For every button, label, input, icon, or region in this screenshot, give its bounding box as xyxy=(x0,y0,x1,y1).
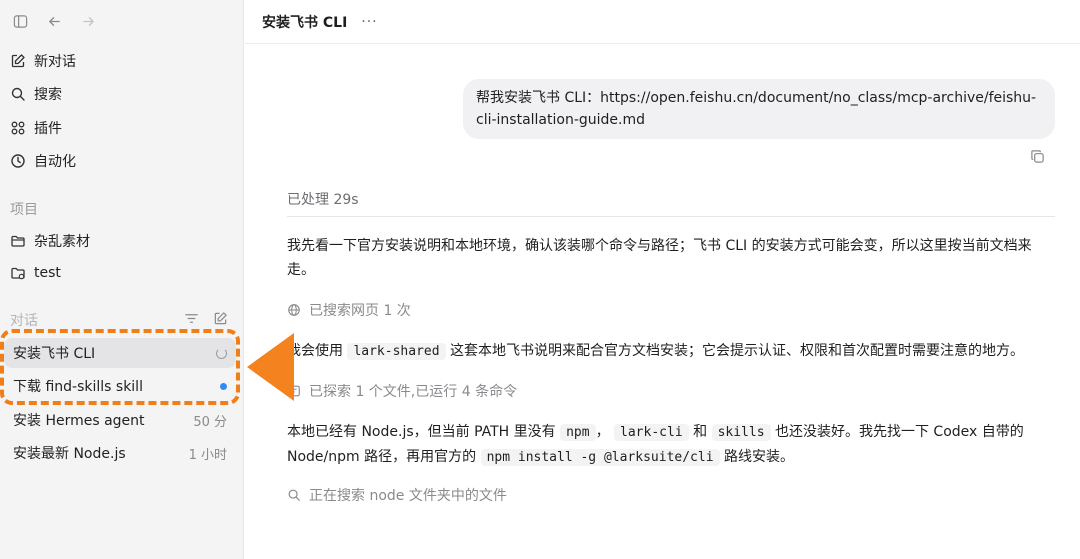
conversation-title: 安装飞书 CLI xyxy=(13,346,96,362)
nav-label: 插件 xyxy=(34,121,62,137)
conversation-item[interactable]: 安装最新 Node.js 1 小时 xyxy=(4,438,236,468)
paragraph-text: 路线安装。 xyxy=(724,449,794,465)
nav-plugins[interactable]: 插件 xyxy=(10,114,62,142)
filter-icon[interactable] xyxy=(184,311,199,326)
sidebar-toggle-icon[interactable] xyxy=(10,11,30,31)
activity-explore[interactable]: 已探索 1 个文件,已运行 4 条命令 xyxy=(287,381,517,401)
folder-icon xyxy=(11,235,25,247)
conversation-time: 50 分 xyxy=(193,414,227,430)
assistant-paragraph: 我先看一下官方安装说明和本地环境，确认该装哪个命令与路径；飞书 CLI 的安装方… xyxy=(287,238,1032,278)
divider xyxy=(287,216,1055,217)
nav-label: 搜索 xyxy=(34,87,62,103)
paragraph-text: 本地已经有 Node.js，但当前 PATH 里没有 xyxy=(287,424,556,440)
conversation-header-actions xyxy=(184,311,228,326)
activity-label: 已搜索网页 1 次 xyxy=(309,303,411,319)
globe-icon xyxy=(288,304,300,316)
project-label: 杂乱素材 xyxy=(34,234,90,250)
back-arrow-icon[interactable] xyxy=(44,11,64,31)
processed-time-label[interactable]: 已处理 29s xyxy=(287,189,359,209)
conversation-title: 安装最新 Node.js xyxy=(13,446,126,462)
conversation-item[interactable]: 下载 find-skills skill xyxy=(4,371,236,401)
page-title: 安装飞书 CLI xyxy=(262,14,348,31)
activity-label: 已探索 1 个文件,已运行 4 条命令 xyxy=(309,384,518,400)
conversations-section-label: 对话 xyxy=(10,313,38,329)
conversation-item-active[interactable]: 安装飞书 CLI xyxy=(4,338,236,368)
nav-label: 自动化 xyxy=(34,154,76,170)
inline-code: npm xyxy=(560,424,596,441)
paragraph-text: 和 xyxy=(693,424,708,440)
compose-icon xyxy=(11,54,25,68)
annotation-arrow-icon xyxy=(247,333,294,401)
paragraph-text: ， xyxy=(595,424,610,440)
forward-arrow-icon[interactable] xyxy=(78,11,98,31)
nav-label: 新对话 xyxy=(34,54,76,70)
inline-code: lark-shared xyxy=(347,343,446,360)
paragraph-text: 我会使用 xyxy=(287,343,343,359)
sidebar-topbar xyxy=(10,11,98,31)
clock-icon xyxy=(11,154,25,168)
sidebar: 新对话 搜索 插件 自动化 项目 杂乱素材 test 对话 安装飞书 CLI 下… xyxy=(0,0,244,559)
nav-automation[interactable]: 自动化 xyxy=(10,147,76,175)
inline-code: npm install -g @larksuite/cli xyxy=(480,449,720,466)
conversation-title: 下载 find-skills skill xyxy=(13,379,143,395)
user-message-bubble: 帮我安装飞书 CLI：https://open.feishu.cn/docume… xyxy=(463,79,1055,139)
projects-section-label: 项目 xyxy=(10,202,38,218)
new-conversation-icon[interactable] xyxy=(213,311,228,326)
activity-label: 正在搜索 node 文件夹中的文件 xyxy=(309,488,507,504)
inline-code: lark-cli xyxy=(614,424,689,441)
loading-spinner-icon xyxy=(216,347,227,359)
project-item[interactable]: 杂乱素材 xyxy=(10,227,90,255)
plugins-icon xyxy=(11,121,25,135)
conversation-title: 安装 Hermes agent xyxy=(13,413,145,429)
inline-code: skills xyxy=(711,424,771,441)
assistant-paragraph: 本地已经有 Node.js，但当前 PATH 里没有 npm， lark-cli… xyxy=(287,420,1057,470)
conversation-item[interactable]: 安装 Hermes agent 50 分 xyxy=(4,405,236,435)
project-label: test xyxy=(34,265,61,281)
nav-search[interactable]: 搜索 xyxy=(10,80,62,108)
more-options-button[interactable]: ··· xyxy=(361,14,377,30)
search-icon xyxy=(11,87,25,101)
activity-web-search[interactable]: 已搜索网页 1 次 xyxy=(287,300,411,320)
copy-icon[interactable] xyxy=(1030,149,1046,165)
folder-icon xyxy=(11,267,25,280)
project-item[interactable]: test xyxy=(10,259,61,287)
unread-dot-icon xyxy=(220,382,227,390)
conversation-time: 1 小时 xyxy=(188,447,227,463)
activity-searching[interactable]: 正在搜索 node 文件夹中的文件 xyxy=(287,485,507,505)
paragraph-text: 这套本地飞书说明来配合官方文档安装；它会提示认证、权限和首次配置时需要注意的地方… xyxy=(450,343,1024,359)
search-icon xyxy=(288,489,300,501)
assistant-paragraph: 我会使用 lark-shared 这套本地飞书说明来配合官方文档安装；它会提示认… xyxy=(287,339,1057,364)
nav-new-chat[interactable]: 新对话 xyxy=(10,47,76,75)
main-header: 安装飞书 CLI ··· xyxy=(245,0,1080,44)
